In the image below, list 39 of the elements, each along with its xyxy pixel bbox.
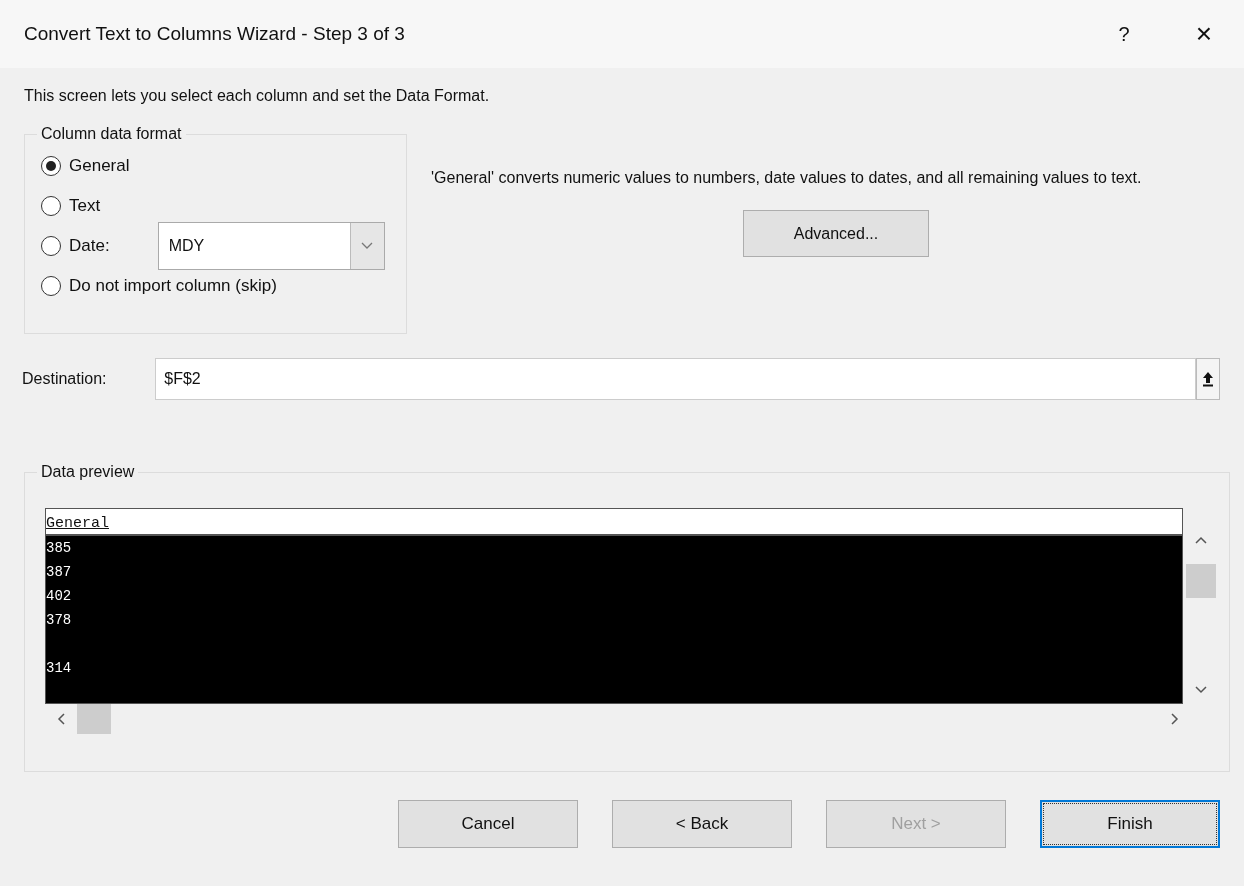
- upload-arrow-icon: [1202, 371, 1215, 387]
- chevron-left-icon[interactable]: [57, 713, 65, 725]
- destination-field[interactable]: $F$2: [155, 358, 1197, 400]
- preview-cell: 378: [46, 612, 72, 628]
- group-legend: Data preview: [37, 460, 139, 484]
- help-button[interactable]: ?: [1104, 19, 1144, 49]
- dropdown-value: MDY: [167, 236, 206, 256]
- field-value: $F$2: [164, 369, 202, 389]
- preview-cell: 314: [46, 660, 72, 676]
- wizard-button[interactable]: Finish: [1040, 800, 1220, 848]
- group-legend: Column data format: [37, 122, 186, 146]
- radio-label[interactable]: Do not import column (skip): [69, 273, 277, 299]
- radio-label[interactable]: Date:: [69, 233, 110, 259]
- advanced-button[interactable]: Advanced...: [743, 210, 929, 257]
- collapse-dialog-button[interactable]: [1196, 358, 1220, 400]
- preview-cell: 385: [46, 540, 72, 556]
- format-description: 'General' converts numeric values to numbers, date values to dates, and all remaining values to text.: [431, 168, 1143, 188]
- radio-button[interactable]: [41, 156, 61, 176]
- chevron-up-icon[interactable]: [1195, 536, 1207, 544]
- intro-text: This screen lets you select each column and set the Data Format.: [24, 86, 491, 106]
- radio-button[interactable]: [41, 196, 61, 216]
- radio-label[interactable]: General: [69, 153, 130, 179]
- destination-label: Destination:: [22, 369, 108, 389]
- window-title: Convert Text to Columns Wizard - Step 3 of 3: [24, 21, 406, 46]
- close-button[interactable]: ×: [1184, 13, 1224, 55]
- radio-label[interactable]: Text: [69, 193, 101, 219]
- date-format-dropdown[interactable]: MDY: [157, 222, 385, 270]
- preview-cell: 402: [46, 588, 72, 604]
- wizard-button[interactable]: < Back: [612, 800, 792, 848]
- chevron-down-icon: [349, 223, 384, 269]
- scroll-thumb[interactable]: [77, 704, 111, 734]
- scroll-thumb[interactable]: [1186, 564, 1216, 598]
- radio-button[interactable]: [41, 276, 61, 296]
- radio-button[interactable]: [41, 236, 61, 256]
- wizard-button[interactable]: Cancel: [398, 800, 578, 848]
- chevron-right-icon[interactable]: [1171, 713, 1179, 725]
- preview-cell: 387: [46, 564, 72, 580]
- column-header[interactable]: General: [46, 509, 1182, 536]
- chevron-down-icon[interactable]: [1195, 686, 1207, 694]
